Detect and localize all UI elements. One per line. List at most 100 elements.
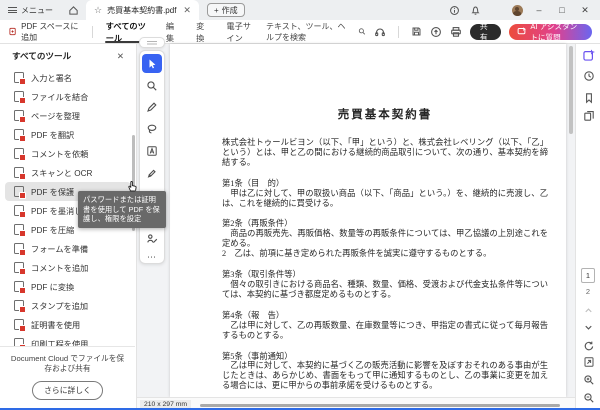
learn-more-button[interactable]: さらに詳しく	[32, 381, 103, 400]
document-tab-title: 売買基本契約書.pdf	[107, 5, 176, 16]
tool-item[interactable]: コメントを追加	[5, 258, 131, 277]
divider	[398, 26, 399, 38]
toolbar-tab[interactable]: 電子サイン	[217, 20, 266, 43]
tab-close-icon[interactable]: ✕	[183, 5, 191, 16]
app-launcher-icon[interactable]	[490, 4, 502, 16]
tool-item[interactable]: スキャンと OCR	[5, 163, 131, 182]
acrobat-window: メニュー ☆ 売買基本契約書.pdf ✕ + 作成	[0, 0, 600, 410]
tool-item[interactable]: ページを整理	[5, 106, 131, 125]
contract-intro: 株式会社トゥールビヨン（以下、「甲」という）と、株式会社レベリング（以下、「乙」…	[222, 138, 548, 168]
magnifier-icon	[146, 80, 158, 92]
search-field[interactable]: テキスト、ツール、ヘルプを検索	[266, 21, 366, 43]
lasso-icon	[146, 123, 158, 135]
fill-sign-icon	[14, 72, 24, 83]
fit-page-button[interactable]	[581, 354, 597, 370]
notifications-info-icon[interactable]	[448, 4, 460, 16]
bookmarks-panel-button[interactable]	[581, 90, 597, 106]
bookmark-icon	[583, 92, 595, 104]
horizontal-scrollbar[interactable]	[200, 404, 560, 407]
tool-item[interactable]: ファイルを結合	[5, 87, 131, 106]
pages-icon	[583, 110, 595, 122]
fill-sign-icon	[146, 233, 158, 245]
toolbar-tab[interactable]: 変換	[187, 20, 217, 43]
tool-item[interactable]: PDF を翻訳	[5, 125, 131, 144]
page-up-button[interactable]	[581, 302, 597, 318]
tool-item[interactable]: スタンプを追加	[5, 296, 131, 315]
vertical-scrollbar[interactable]	[569, 46, 573, 134]
upload-cloud-icon[interactable]	[430, 26, 442, 38]
read-aloud-icon[interactable]	[374, 26, 386, 38]
toolbar-tabs: すべてのツール 編集 変換 電子サイン	[97, 20, 266, 43]
add-stamp-icon	[14, 300, 24, 311]
more-tools-icon[interactable]: ⋯	[147, 252, 157, 263]
tool-item[interactable]: 入力と署名	[5, 68, 131, 87]
tool-item[interactable]: コメントを依頼	[5, 144, 131, 163]
prepare-form-icon	[14, 243, 24, 254]
maximize-button[interactable]: □	[555, 5, 569, 15]
page-thumbnails-button[interactable]	[581, 108, 597, 124]
right-panel-rail: 1 2	[575, 44, 600, 410]
pdf-space-icon	[8, 26, 17, 37]
add-comments-icon	[14, 262, 24, 273]
hamburger-icon	[8, 5, 17, 14]
home-button[interactable]	[61, 5, 86, 16]
add-to-pdf-space-button[interactable]: PDF スペースに追加	[0, 21, 88, 43]
chevron-up-icon	[583, 305, 594, 316]
combine-files-icon	[14, 91, 24, 102]
tool-item[interactable]: フォームを準備	[5, 239, 131, 258]
star-icon[interactable]: ☆	[94, 5, 102, 16]
fit-page-icon	[583, 356, 595, 368]
panel-close-icon[interactable]: ✕	[117, 51, 124, 62]
clock-icon	[583, 70, 595, 82]
tool-item[interactable]: PDF に変換	[5, 277, 131, 296]
plus-icon: +	[214, 6, 219, 15]
select-tool-button[interactable]	[142, 54, 162, 73]
ai-assistant-label: AI アシスタントに質問	[530, 21, 584, 43]
ai-assistant-panel-button[interactable]	[581, 47, 597, 63]
select-arrow-icon	[146, 58, 158, 70]
add-space-label: PDF スペースに追加	[21, 21, 82, 43]
highlight-button[interactable]	[142, 163, 162, 182]
page-down-button[interactable]	[581, 319, 597, 335]
save-icon[interactable]	[411, 26, 422, 37]
panel-title: すべてのツール	[12, 50, 71, 62]
pdf-page[interactable]: 売買基本契約書 株式会社トゥールビヨン（以下、「甲」という）と、株式会社レベリン…	[170, 44, 566, 397]
document-tab[interactable]: ☆ 売買基本契約書.pdf ✕	[86, 0, 199, 20]
search-icon[interactable]	[358, 26, 366, 37]
home-icon	[68, 5, 79, 16]
menu-button[interactable]: メニュー	[0, 0, 61, 20]
ai-assistant-button[interactable]: AI アシスタントに質問	[509, 24, 592, 40]
redact-pdf-icon	[14, 205, 24, 216]
quick-tools-handle[interactable]	[139, 37, 165, 48]
share-button[interactable]: 共有	[470, 24, 502, 40]
user-avatar[interactable]	[511, 4, 523, 16]
next-page-number[interactable]: 2	[581, 287, 595, 296]
close-button[interactable]: ✕	[578, 5, 592, 16]
tool-item[interactable]: 証明書を使用	[5, 315, 131, 334]
annotate-pen-button[interactable]	[142, 98, 162, 117]
translate-pdf-icon	[14, 129, 24, 140]
print-icon[interactable]	[450, 26, 462, 38]
add-text-icon	[146, 145, 158, 157]
search-placeholder: テキスト、ツール、ヘルプを検索	[266, 21, 353, 43]
certificates-icon	[14, 319, 24, 330]
contract-section: 第1条（目 的） 甲は乙に対して、甲の取扱い商品（以下、「商品」という。）を、継…	[222, 179, 548, 209]
zoom-in-button[interactable]	[581, 372, 597, 388]
highlighter-icon	[146, 167, 158, 179]
document-viewport: 売買基本契約書 株式会社トゥールビヨン（以下、「甲」という）と、株式会社レベリン…	[137, 44, 575, 410]
add-text-button[interactable]	[142, 142, 162, 161]
create-tab-button[interactable]: + 作成	[207, 3, 245, 17]
zoom-out-button[interactable]	[581, 390, 597, 406]
zoom-tool-button[interactable]	[142, 76, 162, 95]
current-page-indicator[interactable]: 1	[581, 268, 595, 283]
minimize-button[interactable]: –	[532, 5, 546, 15]
create-label: 作成	[222, 5, 238, 16]
title-bar: メニュー ☆ 売買基本契約書.pdf ✕ + 作成	[0, 0, 600, 20]
sign-tool-button[interactable]	[142, 229, 162, 248]
activity-history-button[interactable]	[581, 68, 597, 84]
contract-section: 第3条（取引条件等） 個々の取引きにおける商品名、種類、数量、価格、受渡および代…	[222, 270, 548, 300]
lasso-tool-button[interactable]	[142, 120, 162, 139]
zoom-out-icon	[583, 392, 595, 404]
rotate-page-button[interactable]	[581, 338, 597, 354]
bell-icon[interactable]	[469, 4, 481, 16]
